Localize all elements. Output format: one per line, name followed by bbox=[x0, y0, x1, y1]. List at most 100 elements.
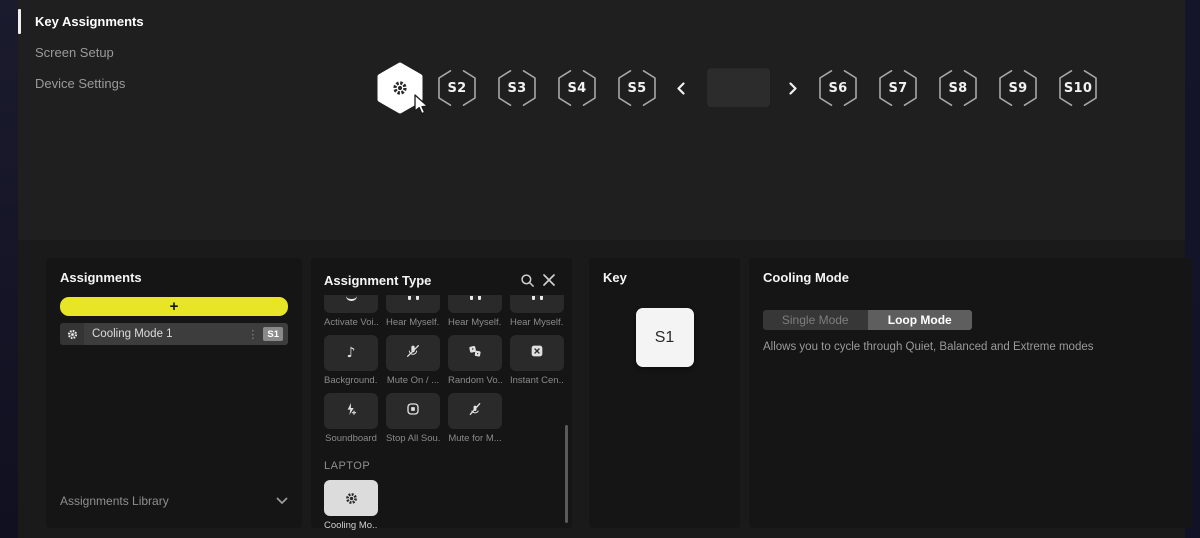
add-assignment-button[interactable]: + bbox=[60, 297, 288, 316]
key-label: S10 bbox=[1057, 65, 1099, 111]
mic-slash-icon bbox=[467, 401, 483, 422]
key-panel: Key S1 bbox=[589, 258, 740, 528]
single-mode-button[interactable]: Single Mode bbox=[763, 310, 868, 330]
key-label: S3 bbox=[496, 65, 538, 111]
music-note-icon: ♪ bbox=[347, 345, 356, 361]
laptop-section-label: LAPTOP bbox=[324, 460, 559, 472]
tile-random-voice[interactable] bbox=[448, 335, 502, 371]
close-square-icon bbox=[529, 343, 545, 364]
tile-stop-all-sounds[interactable] bbox=[386, 393, 440, 429]
tile-activate-voice[interactable] bbox=[324, 295, 378, 313]
tile-mute-for-me[interactable] bbox=[448, 393, 502, 429]
tile-row-laptop: Cooling Mo... bbox=[324, 480, 559, 538]
key-button-s6[interactable]: S6 bbox=[817, 65, 859, 111]
gear-icon bbox=[376, 62, 424, 114]
key-button-s7[interactable]: S7 bbox=[877, 65, 919, 111]
nav-label: Device Settings bbox=[35, 76, 125, 91]
key-button-s5[interactable]: S5 bbox=[616, 65, 658, 111]
chevron-down-icon bbox=[276, 492, 288, 510]
previous-screen-button[interactable] bbox=[673, 78, 689, 98]
active-indicator bbox=[18, 9, 21, 34]
partial-icon bbox=[532, 296, 543, 300]
key-label: S4 bbox=[556, 65, 598, 111]
settings-nav: Key Assignments Screen Setup Device Sett… bbox=[18, 6, 218, 99]
tile-row-2: ♪ bbox=[324, 335, 559, 393]
tile-label: Instant Cen... bbox=[510, 375, 564, 386]
tile-label: Soundboard bbox=[324, 433, 378, 444]
search-icon[interactable] bbox=[517, 270, 537, 290]
key-button-s4[interactable]: S4 bbox=[556, 65, 598, 111]
tile-label: Mute On / ... bbox=[386, 375, 440, 386]
tile-hear-myself-1[interactable] bbox=[386, 295, 440, 313]
tile-background-music[interactable]: ♪ bbox=[324, 335, 378, 371]
chevron-right-icon bbox=[789, 82, 797, 95]
key-button-s8[interactable]: S8 bbox=[937, 65, 979, 111]
key-label: S7 bbox=[877, 65, 919, 111]
tile-label: Random Vo... bbox=[448, 375, 502, 386]
plus-icon: + bbox=[170, 299, 179, 314]
tile-mute-on-off[interactable] bbox=[386, 335, 440, 371]
partial-icon bbox=[470, 296, 481, 300]
next-screen-button[interactable] bbox=[785, 78, 801, 98]
key-label: S9 bbox=[997, 65, 1039, 111]
assigned-key-badge: S1 bbox=[263, 327, 283, 341]
assigned-keycap: S1 bbox=[636, 308, 694, 367]
mic-mute-icon bbox=[405, 343, 421, 364]
key-button-s3[interactable]: S3 bbox=[496, 65, 538, 111]
key-label: S8 bbox=[937, 65, 979, 111]
cooling-mode-description: Allows you to cycle through Quiet, Balan… bbox=[763, 341, 1178, 353]
tile-label: Hear Myself... bbox=[386, 317, 440, 328]
desktop-background-left bbox=[0, 0, 18, 538]
assignments-title: Assignments bbox=[60, 270, 288, 285]
kebab-icon[interactable]: ⋮ bbox=[242, 328, 263, 341]
gear-key-button[interactable] bbox=[376, 62, 424, 114]
nav-item-screen-setup[interactable]: Screen Setup bbox=[18, 37, 218, 68]
gear-icon bbox=[345, 492, 358, 505]
tile-label: Activate Voi... bbox=[324, 317, 378, 328]
partial-icon bbox=[346, 296, 357, 301]
screen-preview[interactable] bbox=[707, 69, 770, 107]
nav-label: Screen Setup bbox=[35, 45, 114, 60]
assignments-panel: Assignments + Cooling Mode 1 ⋮ S1 Assign… bbox=[46, 258, 302, 528]
nav-label: Key Assignments bbox=[35, 14, 144, 29]
key-button-s9[interactable]: S9 bbox=[997, 65, 1039, 111]
cooling-mode-panel: Cooling Mode Single Mode Loop Mode Allow… bbox=[749, 258, 1192, 528]
close-icon[interactable] bbox=[539, 270, 559, 290]
assignment-type-panel: Assignment Type bbox=[311, 258, 572, 528]
gear-icon bbox=[60, 323, 84, 345]
key-selector-row: S2 S3 S4 S5 bbox=[376, 62, 1099, 114]
tile-cooling-mode[interactable] bbox=[324, 480, 378, 516]
assignment-list-item[interactable]: Cooling Mode 1 ⋮ S1 bbox=[60, 323, 288, 345]
tile-label: Mute for M... bbox=[448, 433, 502, 444]
bolt-plus-icon bbox=[343, 401, 359, 422]
tile-instant-censor[interactable] bbox=[510, 335, 564, 371]
loop-mode-label: Loop Mode bbox=[888, 313, 952, 327]
tile-hear-myself-2[interactable] bbox=[448, 295, 502, 313]
tile-label: Hear Myself... bbox=[510, 317, 564, 328]
assignment-type-header: Assignment Type bbox=[324, 270, 559, 290]
scrollbar-thumb[interactable] bbox=[565, 425, 568, 523]
assignments-library-label: Assignments Library bbox=[60, 494, 169, 508]
key-label: S5 bbox=[616, 65, 658, 111]
keycap-label: S1 bbox=[655, 329, 675, 347]
chevron-left-icon bbox=[677, 82, 685, 95]
tile-label: Stop All Sou... bbox=[386, 433, 440, 444]
key-panel-title: Key bbox=[603, 270, 726, 285]
key-label: S6 bbox=[817, 65, 859, 111]
mode-toggle: Single Mode Loop Mode bbox=[763, 310, 972, 330]
tile-row-3: Soundboard Stop All Sou... Mute for M... bbox=[324, 393, 559, 451]
app-window: Key Assignments Screen Setup Device Sett… bbox=[18, 0, 1185, 538]
key-button-s10[interactable]: S10 bbox=[1057, 65, 1099, 111]
tile-soundboard[interactable] bbox=[324, 393, 378, 429]
key-label: S2 bbox=[436, 65, 478, 111]
key-button-s2[interactable]: S2 bbox=[436, 65, 478, 111]
tile-hear-myself-3[interactable] bbox=[510, 295, 564, 313]
nav-item-key-assignments[interactable]: Key Assignments bbox=[18, 6, 218, 37]
nav-item-device-settings[interactable]: Device Settings bbox=[18, 68, 218, 99]
tile-row-partial: Activate Voi... Hear Myself... Hear Myse… bbox=[324, 295, 559, 335]
stop-icon bbox=[405, 401, 421, 422]
assignments-library-toggle[interactable]: Assignments Library bbox=[60, 492, 288, 510]
loop-mode-button[interactable]: Loop Mode bbox=[868, 310, 973, 330]
dice-icon bbox=[467, 343, 483, 364]
assignment-type-title: Assignment Type bbox=[324, 273, 431, 288]
